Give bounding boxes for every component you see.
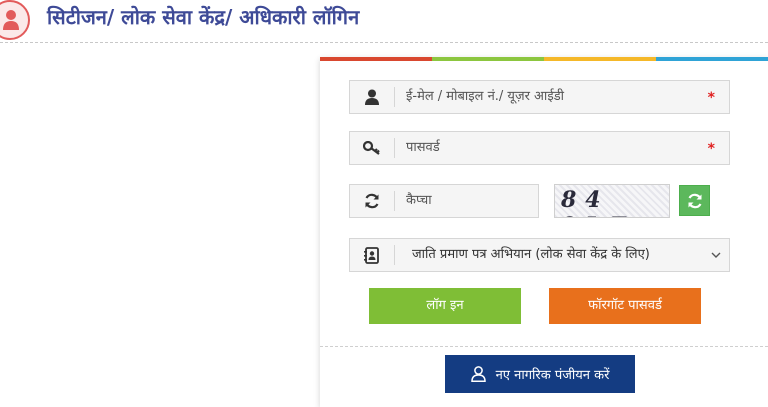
password-field[interactable]: पासवर्ड * [349, 131, 730, 165]
login-user-icon [0, 0, 30, 40]
required-star: * [707, 90, 715, 106]
chevron-down-icon [711, 252, 721, 258]
register-new-citizen-button[interactable]: नए नागरिक पंजीयन करें [445, 355, 635, 393]
refresh-captcha-button[interactable] [679, 185, 710, 216]
field-separator [394, 87, 395, 107]
field-separator [394, 191, 395, 211]
card-divider [320, 346, 768, 347]
role-select-value: जाति प्रमाण पत्र अभियान (लोक सेवा केंद्र… [412, 247, 650, 262]
captcha-image: 84 9LF [554, 184, 670, 218]
refresh-icon [687, 193, 702, 208]
required-star: * [707, 141, 715, 157]
refresh-icon [350, 185, 393, 217]
captcha-text: 84 9LF [561, 187, 625, 217]
login-card: ई-मेल / मोबाइल नं./ यूज़र आईडी * पासवर्ड… [320, 57, 768, 407]
contact-card-icon [350, 239, 393, 271]
username-placeholder: ई-मेल / मोबाइल नं./ यूज़र आईडी [406, 89, 565, 104]
page-title: सिटीजन/ लोक सेवा केंद्र/ अधिकारी लॉगिन [47, 5, 360, 29]
field-separator [394, 245, 395, 265]
color-stripe [320, 57, 768, 61]
login-button[interactable]: लॉग इन [369, 288, 521, 324]
captcha-placeholder: कैप्चा [406, 193, 432, 208]
key-icon [350, 132, 393, 164]
field-separator [394, 138, 395, 158]
user-icon [470, 366, 486, 382]
password-placeholder: पासवर्ड [406, 140, 440, 155]
role-select[interactable]: जाति प्रमाण पत्र अभियान (लोक सेवा केंद्र… [349, 238, 730, 272]
captcha-field[interactable]: कैप्चा [349, 184, 539, 218]
forgot-password-button[interactable]: फॉरगॉट पासवर्ड [549, 288, 701, 324]
user-icon [350, 81, 393, 113]
register-label: नए नागरिक पंजीयन करें [495, 368, 610, 383]
username-field[interactable]: ई-मेल / मोबाइल नं./ यूज़र आईडी * [349, 80, 730, 114]
header-divider [0, 42, 768, 43]
